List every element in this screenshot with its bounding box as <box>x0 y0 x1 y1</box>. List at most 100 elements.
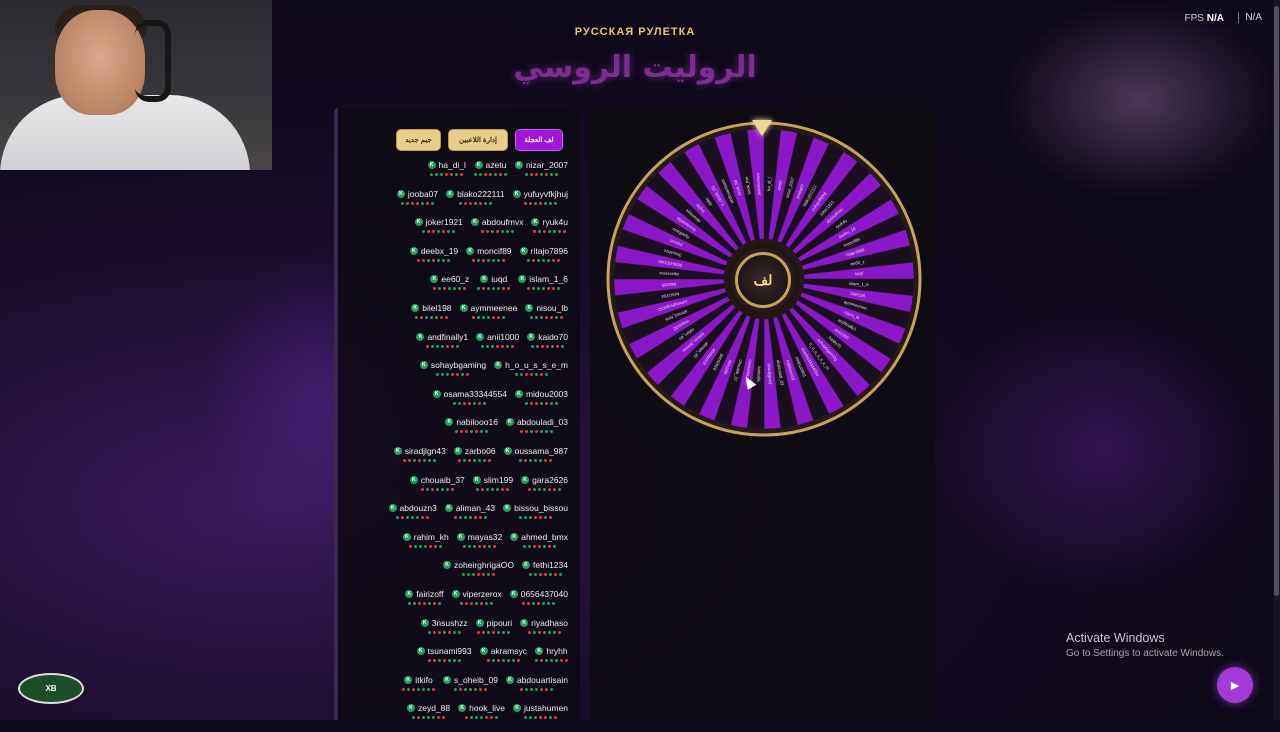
player-entry[interactable]: Khook_live <box>458 703 505 720</box>
player-entry[interactable]: Khryhh <box>535 646 568 663</box>
scrollbar-thumb[interactable] <box>1274 6 1279 596</box>
player-entry[interactable]: Kviperzerox <box>451 589 502 605</box>
life-dot <box>439 315 443 319</box>
life-dot <box>473 458 477 462</box>
toolbar: جيم جديد إدارة اللاعبين لف العجلة <box>396 129 563 151</box>
life-dot <box>533 201 537 205</box>
player-entry[interactable]: Kanii1000 <box>476 332 519 348</box>
player-entry[interactable]: Kitkifo <box>401 675 435 691</box>
player-entry[interactable]: K 3nsushzz <box>420 618 468 634</box>
player-entry[interactable]: Knizar_2007 <box>514 160 568 176</box>
life-dot <box>401 516 405 520</box>
player-entry[interactable]: Ksiradjlgn43 <box>393 446 446 462</box>
player-entry[interactable]: Kee60_z <box>430 274 469 291</box>
life-dot <box>468 516 472 520</box>
player-name: pipouri <box>486 617 513 628</box>
player-name: abdouzn3 <box>399 503 437 514</box>
player-entry[interactable]: Kriyadhaso <box>520 618 568 634</box>
player-name-row: Kkaido70 <box>527 332 568 342</box>
player-entry[interactable]: Kmidou2003 <box>514 389 568 405</box>
life-dot <box>420 487 424 491</box>
player-entry[interactable]: Ktsunami993 <box>416 646 472 663</box>
life-dot <box>539 716 543 720</box>
player-entry[interactable]: K 0656437040 <box>509 589 568 605</box>
life-dot <box>442 630 446 634</box>
player-entry[interactable]: KzoheirghrigaOO <box>443 560 514 577</box>
player-entry[interactable]: Knabilooo16 <box>445 417 498 434</box>
life-dot <box>502 258 506 262</box>
life-dot <box>463 201 467 205</box>
life-dot <box>414 315 418 319</box>
player-entry[interactable]: Kabdoufmvx <box>470 217 523 234</box>
life-dot <box>441 373 445 377</box>
player-entry[interactable]: Kislam_1_6 <box>518 274 568 291</box>
player-entry[interactable]: Kbissou_bissou <box>503 503 568 520</box>
player-entry[interactable]: Kazetu <box>473 160 507 176</box>
player-entry[interactable]: Kchouaib_37 <box>409 475 465 491</box>
player-entry[interactable]: Kmoncif89 <box>466 246 512 262</box>
player-name: aymmeenee <box>470 302 518 313</box>
life-dot <box>424 315 428 319</box>
player-entry[interactable]: Kjustahumen <box>513 703 568 720</box>
player-entry[interactable]: Kha_di_l <box>427 160 466 176</box>
life-dot <box>533 573 537 577</box>
player-entry[interactable]: Kakramsyc <box>479 646 527 663</box>
player-lives-indicator <box>455 430 489 434</box>
player-entry[interactable]: Kritajo7896 <box>519 246 568 262</box>
player-entry[interactable]: Kfethi1234 <box>522 560 568 577</box>
player-entry[interactable]: Kaliman_43 <box>444 503 495 520</box>
player-entry[interactable]: Kabdouladi_03 <box>505 417 568 434</box>
player-entry[interactable]: Kh_o_u_s_s_e_m <box>494 360 568 377</box>
player-entry[interactable]: Knisou_lb <box>525 303 568 319</box>
player-entry[interactable]: Kzarbo06 <box>453 446 496 462</box>
player-name-row: Kandfinally1 <box>416 332 468 342</box>
life-dot <box>486 659 490 663</box>
player-name-row: Kh_o_u_s_s_e_m <box>494 360 568 370</box>
player-entry[interactable]: Kkaido70 <box>527 332 568 348</box>
player-entry[interactable]: Kabdouzn3 <box>388 503 437 520</box>
player-entry[interactable]: Kryuk4u <box>531 217 568 234</box>
player-entry[interactable]: Kdeebx_19 <box>409 246 458 262</box>
player-entry[interactable]: Kzeyd_88 <box>406 703 450 720</box>
player-entry[interactable]: Kaymmeenee <box>459 302 518 319</box>
player-entry[interactable]: Kiuqd <box>477 274 511 291</box>
player-entry[interactable]: Kjoker1921 <box>414 217 463 234</box>
life-dot <box>460 173 464 176</box>
player-row: Kchouaib_37 Kslim199 Kgara2626 <box>346 475 568 504</box>
fps-value: N/A <box>1206 13 1224 24</box>
page-scrollbar[interactable] <box>1273 0 1280 720</box>
player-entry[interactable]: Kosama33344554 <box>432 389 507 405</box>
player-entry[interactable]: Kabdouartisain <box>505 675 568 691</box>
player-name: mayas32 <box>467 531 503 542</box>
player-entry[interactable]: Kahmed_bmx <box>510 532 568 548</box>
player-entry[interactable]: Kjooba07 <box>396 189 438 205</box>
life-dot <box>480 430 484 434</box>
life-dot <box>485 716 489 720</box>
player-entry[interactable]: Ks_oheib_09 <box>442 675 498 691</box>
player-entry[interactable]: Koussama_987 <box>503 446 568 462</box>
player-lives-indicator <box>530 315 564 319</box>
life-dot <box>492 630 496 634</box>
player-entry[interactable]: Krahim_kh <box>402 532 449 548</box>
player-lives-indicator <box>453 401 487 405</box>
player-entry[interactable]: Kmayas32 <box>456 531 503 548</box>
player-entry[interactable]: Kpipouri <box>475 617 513 634</box>
player-lives-indicator <box>519 458 553 462</box>
player-entry[interactable]: Kbilel198 <box>411 303 452 319</box>
kick-badge-icon: K <box>453 446 462 455</box>
player-entry[interactable]: Kslim199 <box>472 475 513 491</box>
player-entry[interactable]: Kyufuyvfkjhuj <box>512 189 568 205</box>
player-entry[interactable]: Kandfinally1 <box>416 332 468 348</box>
player-entry[interactable]: Kgara2626 <box>521 475 568 491</box>
life-dot <box>478 458 482 462</box>
life-dot <box>463 401 467 405</box>
life-dot <box>477 287 481 291</box>
manage-players-button[interactable]: إدارة اللاعبين <box>448 129 508 151</box>
new-round-button[interactable]: جيم جديد <box>396 129 441 151</box>
player-entry[interactable]: Kfairizoff <box>405 589 444 605</box>
player-entry[interactable]: Kblako222111 <box>446 189 505 205</box>
player-entry[interactable]: Ksohaybgaming <box>419 360 486 377</box>
spin-wheel-button[interactable]: لف العجلة <box>515 129 563 151</box>
megaphone-icon[interactable]: ► <box>1217 667 1253 703</box>
wheel-spin-hub[interactable]: لف <box>735 252 791 308</box>
